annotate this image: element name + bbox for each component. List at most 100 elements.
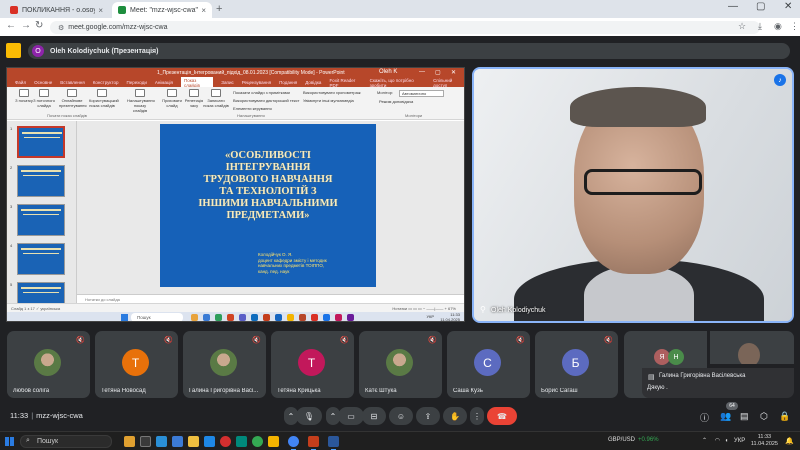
close-icon[interactable]: ×	[98, 6, 103, 15]
word-icon[interactable]	[328, 436, 339, 450]
presentation-bar: O Oleh Kolodiychuk (Презентація)	[0, 38, 800, 64]
monitor-select: Автоматично	[399, 90, 444, 97]
stock-widget[interactable]: GBP/USD +0.96%	[608, 437, 659, 443]
menu-kebab-icon[interactable]: ⋮	[790, 21, 799, 32]
forward-icon[interactable]: →	[21, 20, 31, 31]
more-options-button[interactable]: ⋮	[470, 407, 484, 425]
notifications-icon[interactable]: 🔔	[785, 437, 794, 445]
chrome-active-icon[interactable]	[288, 436, 299, 450]
ribbon-button-label: Записати показ слайдів	[203, 98, 229, 108]
tray-chevron-icon[interactable]: ⌃	[702, 438, 707, 444]
chat-sender: Галина Григорiвна Васiлевська	[659, 373, 746, 379]
app-icon	[287, 314, 294, 321]
ribbon-button-label: З поточного слайда	[33, 98, 55, 108]
thumbnail-line	[21, 209, 61, 211]
url-text: meet.google.com/mzz-wjsc-cwa	[68, 24, 168, 31]
meeting-info: 11:33 | mzz-wjsc-cwa	[10, 411, 83, 420]
info-icon[interactable]: ⓘ	[700, 411, 709, 424]
participant-tile[interactable]: 🔇 Катє Штука	[359, 331, 442, 398]
participant-tile[interactable]: 🔇 Т Тетяна Новосад	[95, 331, 178, 398]
speaker-glasses	[584, 169, 702, 195]
ribbon-command-icon	[211, 89, 221, 97]
thumbnail-number: 4	[10, 243, 13, 248]
participant-tile[interactable]: 🔇 С Саша Кузь	[447, 331, 530, 398]
windows-start-icon[interactable]	[5, 437, 14, 446]
language[interactable]: УКР	[734, 438, 745, 444]
taskbar-search[interactable]: ⌕ Пошук	[20, 435, 112, 448]
meeting-time: 11:33	[10, 411, 29, 420]
tab-gmail[interactable]: ПОКЛИКАННЯ - o.osoy.k@gp... ×	[4, 2, 109, 18]
skype-icon[interactable]	[204, 436, 215, 447]
ribbon-checkbox: Показати слайди з примітками	[233, 90, 290, 95]
close-window-icon[interactable]: ✕	[784, 1, 792, 12]
app-icon	[311, 314, 318, 321]
app-icon	[335, 314, 342, 321]
explorer-icon[interactable]	[188, 436, 199, 447]
chat-notification[interactable]: ▤ Галина Григорiвна Васiлевська Дякую .	[642, 368, 794, 398]
pin-icon[interactable]: ⚲	[480, 305, 486, 314]
task-view-icon[interactable]	[140, 436, 151, 447]
url-field[interactable]: ⚙ meet.google.com/mzz-wjsc-cwa	[50, 21, 760, 34]
raise-hand-button[interactable]: ✋	[443, 407, 467, 425]
back-icon[interactable]: ←	[6, 20, 16, 31]
slide-thumbnail-pane: 1 2 3 4 5	[7, 121, 77, 314]
profile-icon[interactable]: ◉	[774, 21, 782, 32]
app-icon	[191, 314, 198, 321]
maximize-icon[interactable]: ▢	[756, 1, 765, 12]
plus-icon[interactable]: +	[216, 3, 222, 15]
reload-icon[interactable]: ↻	[35, 20, 43, 31]
download-icon[interactable]: ⤓	[758, 21, 762, 32]
leave-call-button[interactable]: ☎	[487, 407, 517, 425]
current-slide: «ОСОБЛИВОСТІ ІНТЕГРУВАННЯ ТРУДОВОГО НАВЧ…	[160, 124, 376, 287]
speaker-tile[interactable]: ♪ ⚲ Oleh Kolodiychuk	[472, 67, 794, 323]
wifi-icon[interactable]: ◠	[715, 438, 720, 444]
ribbon-tab: Спільний доступ	[433, 77, 453, 88]
slide-thumbnail	[17, 204, 65, 236]
presenter-pill[interactable]: O Oleh Kolodiychuk (Презентація)	[28, 43, 790, 59]
close-icon[interactable]: ×	[201, 6, 206, 15]
mic-button[interactable]: 🎙	[296, 407, 322, 425]
store-icon[interactable]	[172, 436, 183, 447]
speaker-name: Oleh Kolodiychuk	[491, 307, 546, 314]
volume-icon[interactable]: ◖	[725, 438, 729, 444]
tab-meet[interactable]: Meet: "mzz-wjsc-cwa" ×	[112, 2, 212, 18]
zoom-controls: Нотатки ▭ ▭ ▭ − ——|—— + 67%	[392, 306, 456, 311]
present-button[interactable]: ⇪	[416, 407, 440, 425]
participant-name: любов солiга	[13, 388, 50, 394]
search-icon: ⌕	[26, 437, 30, 444]
chat-icon[interactable]: ▤	[740, 411, 749, 422]
activities-icon[interactable]: ⬡	[760, 411, 768, 422]
app-icon	[299, 314, 306, 321]
ribbon-tab: Foxit Reader PDF	[329, 77, 356, 88]
ribbon-tab: Подання	[279, 80, 298, 85]
taskbar-clock[interactable]: 11:33 11.04.2025	[751, 434, 778, 448]
lock-icon[interactable]: 🔒	[779, 411, 790, 422]
system-tray[interactable]: ⌃ ◠ ◖ УКР	[702, 437, 745, 444]
site-info-icon[interactable]: ⚙	[58, 24, 64, 32]
minimize-icon[interactable]: —	[728, 1, 738, 12]
meet-icon	[118, 6, 126, 14]
captions-button[interactable]: ⊟	[362, 407, 386, 425]
participant-tile[interactable]: 🔇 Т Тетяна Крицька	[271, 331, 354, 398]
separator: |	[31, 411, 34, 420]
app-icon[interactable]	[236, 436, 247, 447]
participant-tile[interactable]: 🔇 любов солiга	[7, 331, 90, 398]
participant-tile[interactable]	[710, 331, 794, 364]
taskbar-search-label: Пошук	[37, 438, 59, 445]
participant-photo	[210, 349, 237, 376]
edge-icon[interactable]	[156, 436, 167, 447]
opera-icon[interactable]	[220, 436, 231, 447]
bookmark-star-icon[interactable]: ☆	[738, 21, 746, 32]
folder-icon[interactable]	[268, 436, 279, 447]
app-icon	[203, 314, 210, 321]
emoji-button[interactable]: ☺	[389, 407, 413, 425]
participant-tile[interactable]: 🔇 Б Борис Сагаш	[535, 331, 618, 398]
slide-thumbnail	[17, 165, 65, 197]
participant-name: Галина Григорiвна Васі...	[189, 388, 259, 394]
chrome-icon[interactable]	[252, 436, 263, 447]
camera-button[interactable]: ▭	[338, 407, 364, 425]
powerpoint-icon[interactable]	[308, 436, 319, 450]
participant-tile[interactable]: 🔇 Галина Григорiвна Васі...	[183, 331, 266, 398]
people-icon[interactable]: 👥	[720, 411, 731, 422]
widgets-icon[interactable]	[124, 436, 135, 447]
